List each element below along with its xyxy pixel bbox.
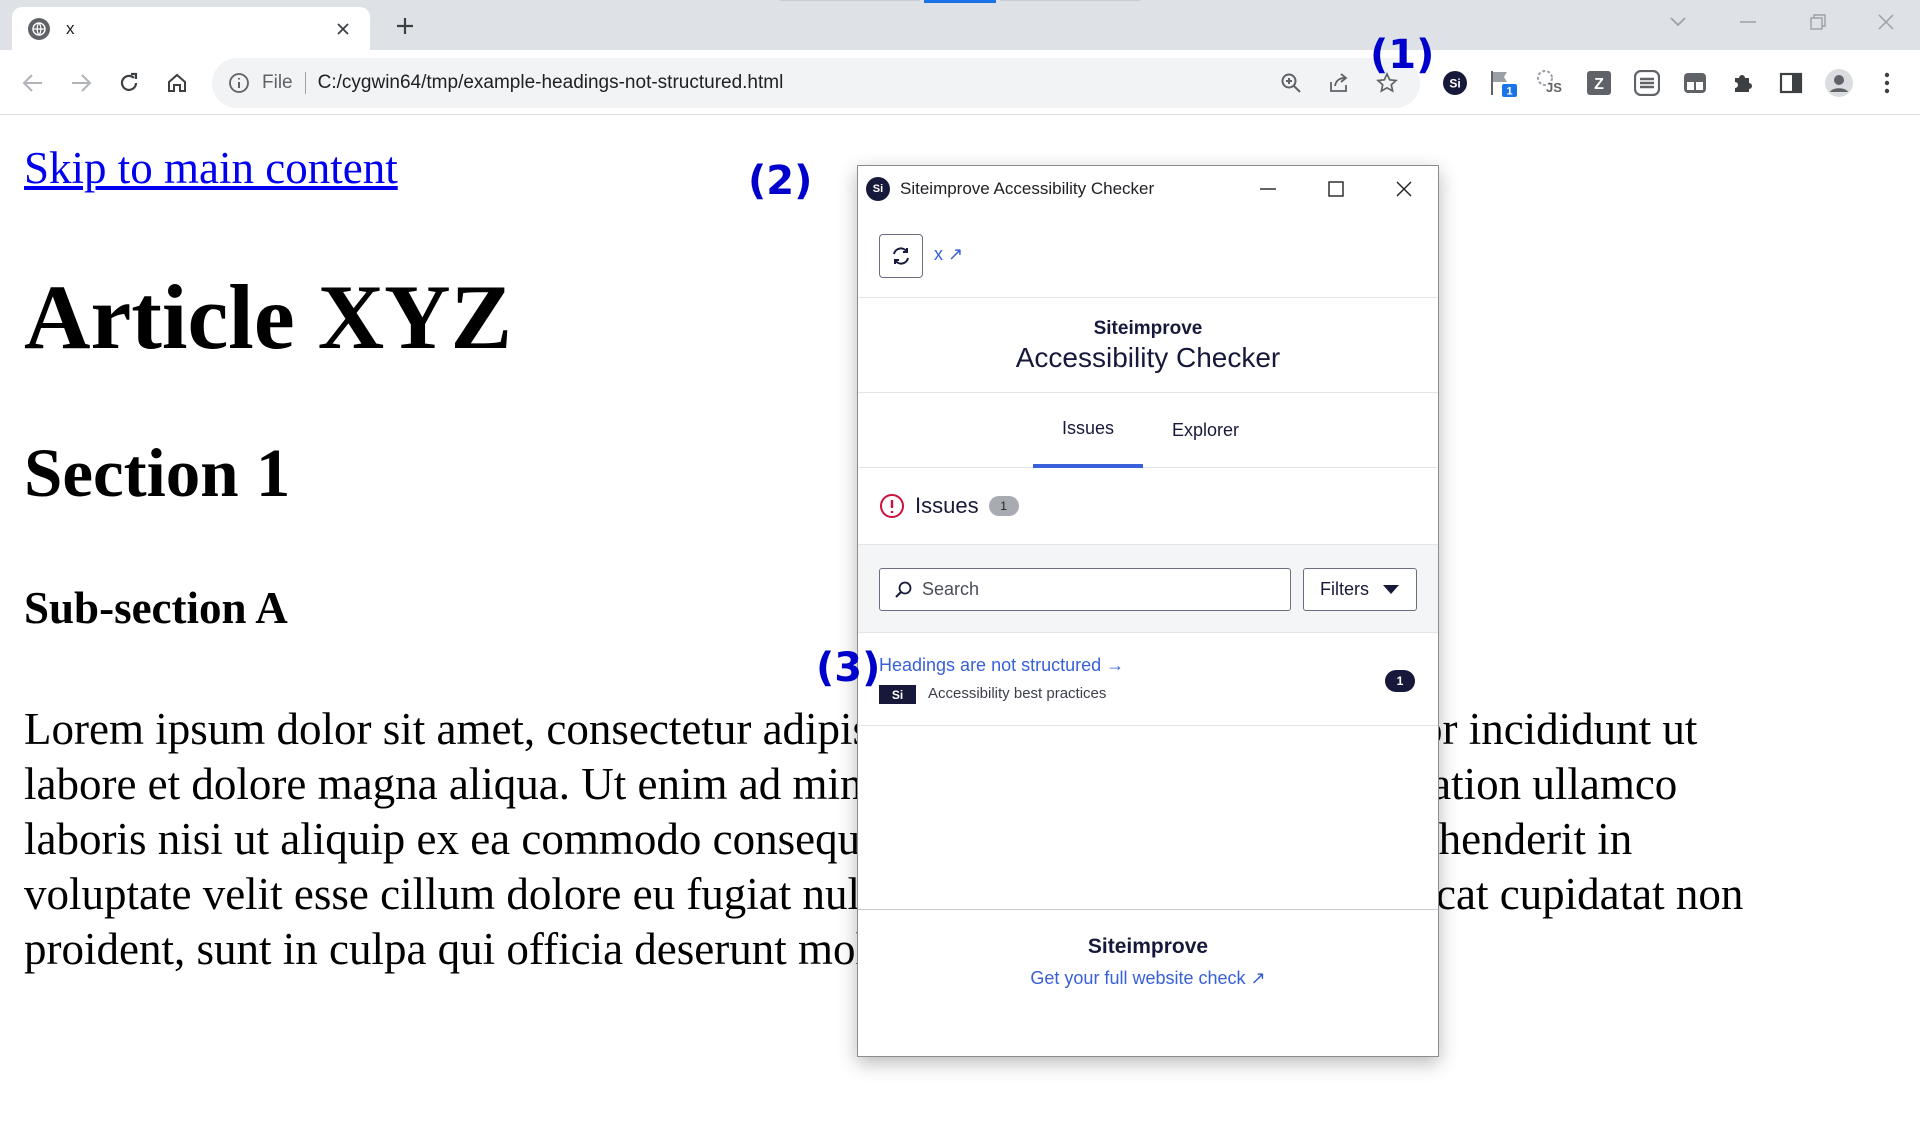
popup-minimize-icon[interactable] <box>1234 166 1302 212</box>
heading-section: Section 1 <box>24 435 291 511</box>
footer-brand: Siteimprove <box>1087 935 1209 958</box>
minimize-window-icon[interactable] <box>1720 4 1776 40</box>
browser-toolbar: File C:/cygwin64/tmp/example-headings-no… <box>0 50 1920 115</box>
home-icon[interactable] <box>160 66 194 100</box>
url-text[interactable]: C:/cygwin64/tmp/example-headings-not-str… <box>318 72 1276 94</box>
info-icon[interactable] <box>226 70 252 96</box>
forward-arrow-icon[interactable] <box>64 66 98 100</box>
issues-count-badge: 1 <box>988 496 1019 516</box>
search-input[interactable] <box>922 579 1282 600</box>
profile-avatar-icon[interactable] <box>1824 68 1854 98</box>
issue-count-badge: 1 <box>1385 670 1415 692</box>
tabstrip-divider <box>780 0 920 1</box>
full-website-check-link[interactable]: Get your full website check ↗ <box>858 968 1438 989</box>
siteimprove-logo-icon: Si <box>866 177 890 201</box>
svg-text:Si: Si <box>1449 77 1460 91</box>
stack-extension-icon[interactable] <box>1632 68 1662 98</box>
popup-window-title: Siteimprove Accessibility Checker <box>900 179 1155 198</box>
popup-close-icon[interactable] <box>1370 166 1438 212</box>
tab-title: x <box>66 18 75 38</box>
alert-circle-icon <box>880 494 904 518</box>
annotation-1: (1) <box>1370 32 1435 78</box>
svg-text:1: 1 <box>1506 86 1512 98</box>
close-tab-icon[interactable] <box>330 16 356 42</box>
browser-tab[interactable]: x <box>12 7 370 50</box>
tabstrip-divider <box>1000 0 1140 1</box>
back-arrow-icon[interactable] <box>16 66 50 100</box>
side-panel-icon[interactable] <box>1776 68 1806 98</box>
tab-search-icon[interactable] <box>1650 4 1706 40</box>
brand-block: Siteimprove Accessibility Checker <box>858 298 1438 393</box>
si-badge: Si <box>879 685 916 704</box>
caret-down-icon <box>1383 585 1399 594</box>
z-extension-icon[interactable]: Z <box>1584 68 1614 98</box>
popup-maximize-icon[interactable] <box>1302 166 1370 212</box>
address-bar[interactable]: File C:/cygwin64/tmp/example-headings-no… <box>212 58 1420 108</box>
new-tab-button[interactable] <box>390 11 420 41</box>
svg-text:Z: Z <box>1594 76 1604 93</box>
search-filter-bar: Filters <box>858 544 1438 633</box>
close-window-icon[interactable] <box>1858 4 1914 40</box>
svg-text:JS: JS <box>1546 80 1562 95</box>
issue-category: Accessibility best practices <box>928 685 1107 702</box>
search-field[interactable] <box>879 568 1291 611</box>
popup-titlebar: Si Siteimprove Accessibility Checker <box>858 166 1438 212</box>
search-icon <box>895 581 912 598</box>
refresh-icon <box>893 247 909 265</box>
page-link[interactable]: x ↗ <box>934 244 963 265</box>
globe-icon <box>28 17 50 40</box>
flag-extension-icon[interactable]: 1 <box>1488 68 1518 98</box>
popup-footer: Siteimprove Get your full website check … <box>858 909 1438 1057</box>
popup-header: x ↗ <box>858 212 1438 298</box>
share-icon[interactable] <box>1324 68 1354 98</box>
tab-issues[interactable]: Issues <box>1033 393 1143 468</box>
restore-window-icon[interactable] <box>1790 4 1846 40</box>
puzzle-icon[interactable] <box>1728 68 1758 98</box>
issues-header: Issues 1 <box>858 468 1438 544</box>
annotation-3: (3) <box>816 645 881 691</box>
issue-title-link[interactable]: Headings are not structured → <box>879 655 1124 676</box>
js-extension-icon[interactable]: JS <box>1536 68 1566 98</box>
filters-button[interactable]: Filters <box>1303 568 1417 611</box>
panel-extension-icon[interactable] <box>1680 68 1710 98</box>
annotation-2: (2) <box>748 158 813 204</box>
issues-heading: Issues <box>915 493 979 518</box>
refresh-button[interactable] <box>879 234 923 278</box>
zoom-icon[interactable] <box>1276 68 1306 98</box>
popup-tabs: Issues Explorer <box>858 393 1438 468</box>
siteimprove-extension-icon[interactable]: Si <box>1440 68 1470 98</box>
heading-subsection: Sub-section A <box>24 583 288 633</box>
issue-list-item[interactable]: Headings are not structured → Si Accessi… <box>858 633 1438 726</box>
tab-strip: x <box>0 0 1920 50</box>
skip-to-main-link[interactable]: Skip to main content <box>24 142 398 194</box>
filters-label: Filters <box>1320 579 1369 599</box>
heading-article: Article XYZ <box>24 266 512 368</box>
product-name: Accessibility Checker <box>1015 342 1281 373</box>
siteimprove-popup-window: Si Siteimprove Accessibility Checker x ↗… <box>857 165 1439 1057</box>
tab-explorer[interactable]: Explorer <box>1148 393 1263 468</box>
tabstrip-indicator <box>924 0 996 3</box>
url-scheme: File <box>262 72 293 93</box>
reload-icon[interactable] <box>112 66 146 100</box>
brand-name: Siteimprove <box>1093 318 1203 339</box>
url-separator <box>304 72 306 94</box>
browser-menu-icon[interactable] <box>1872 68 1902 98</box>
